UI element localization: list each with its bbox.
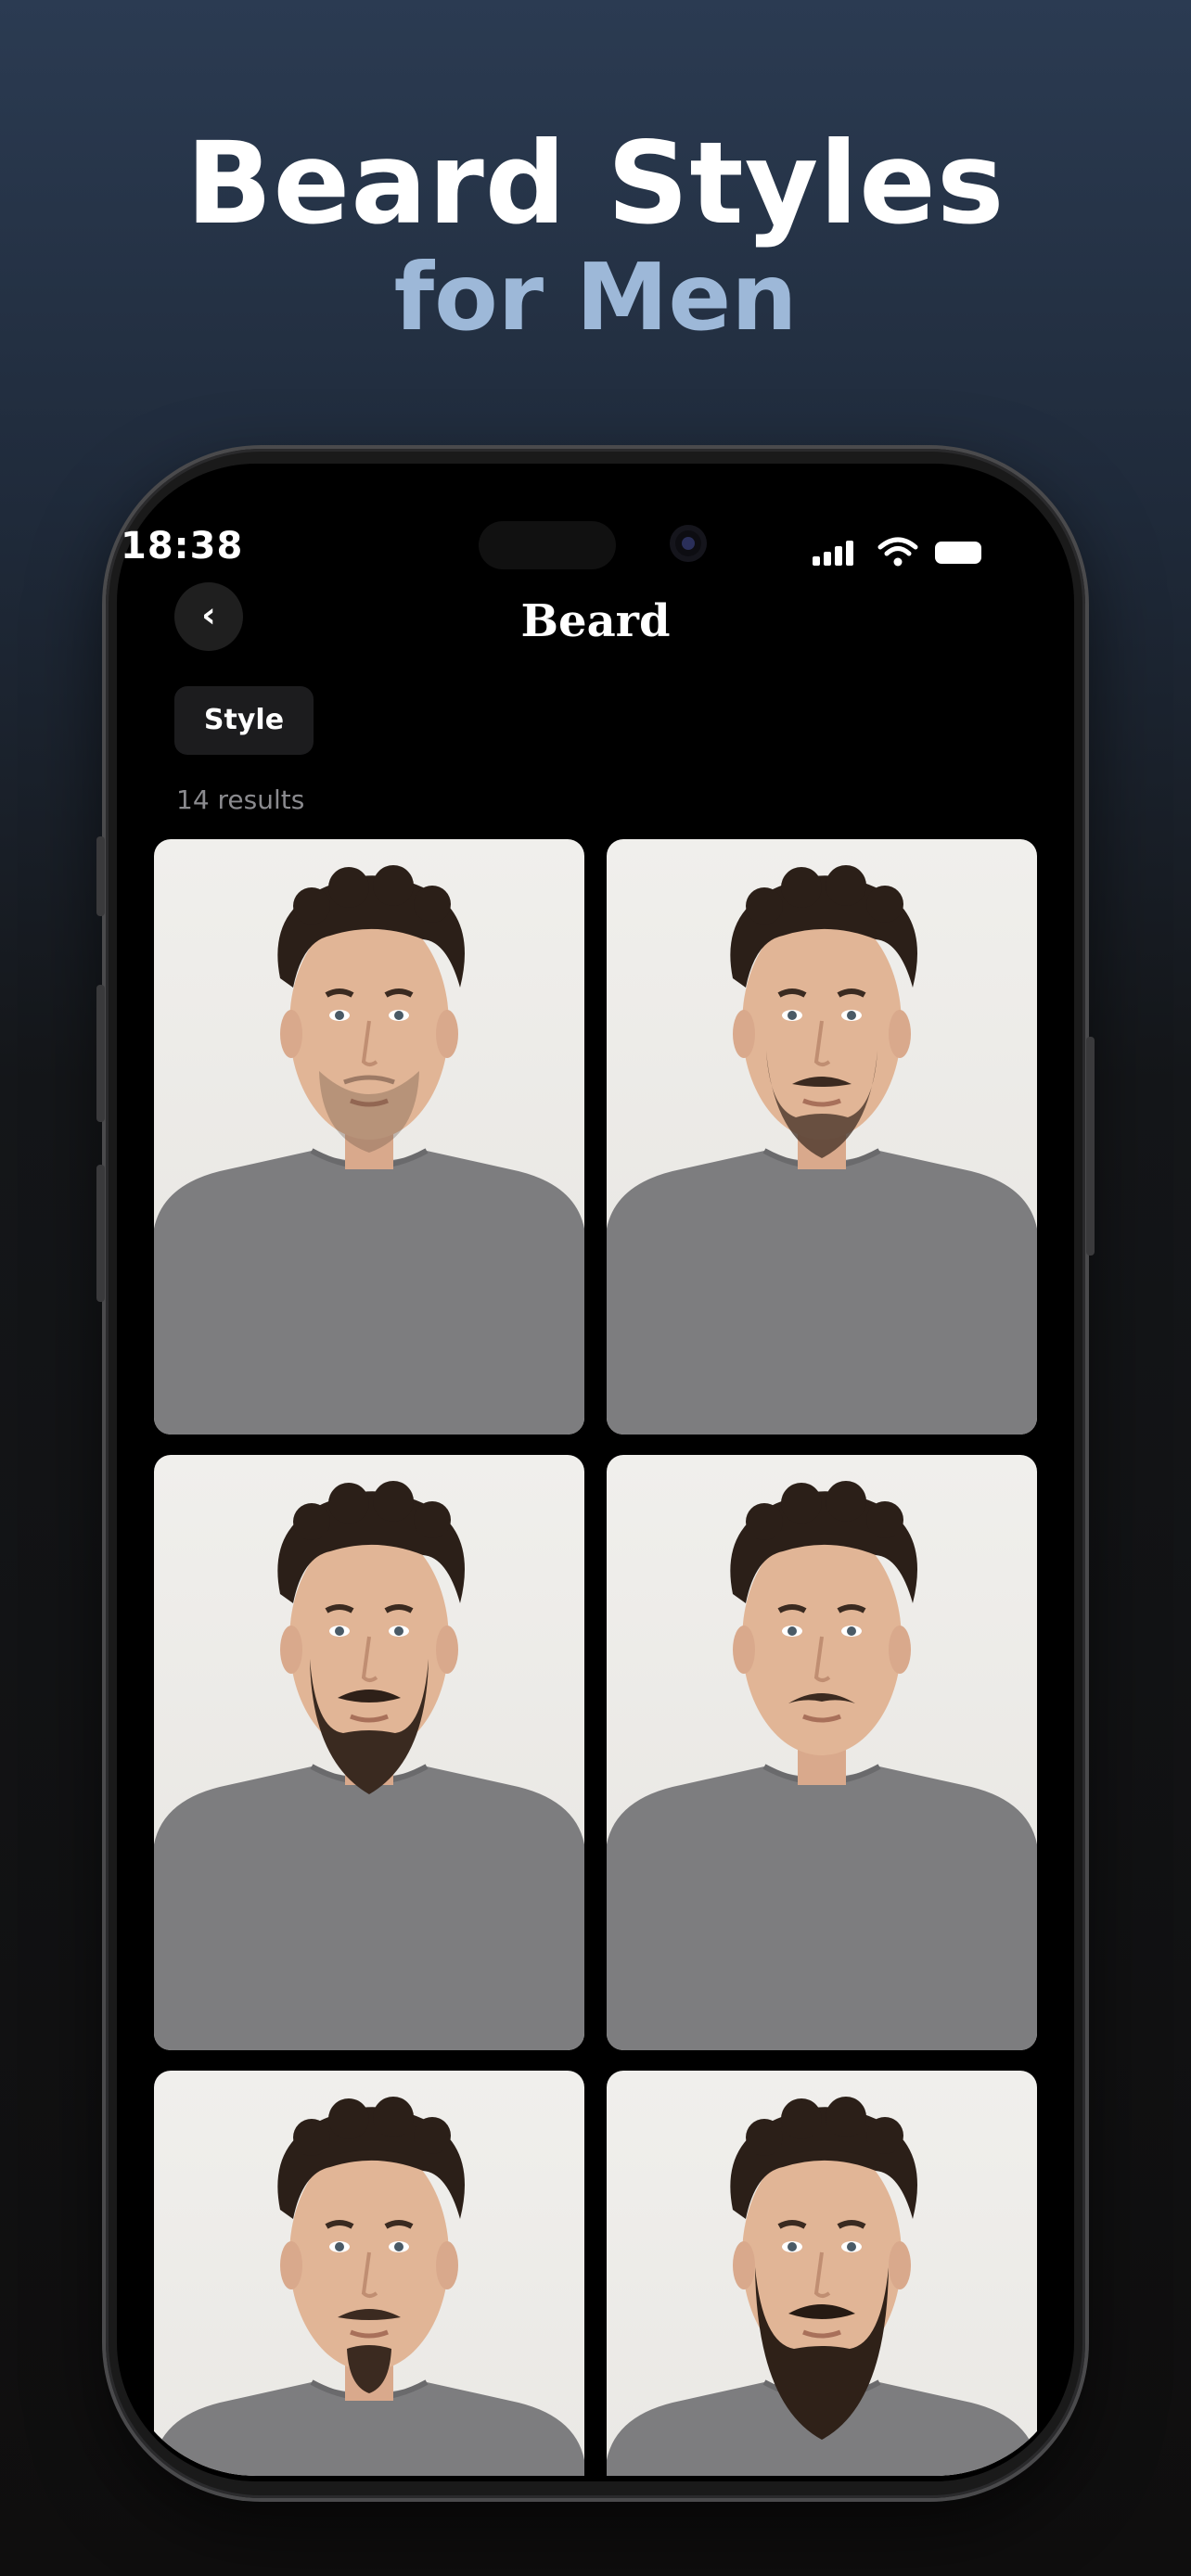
style-filter-chip[interactable]: Style [174,686,314,755]
promo-title: Beard Styles for Men [0,119,1191,352]
promo-title-line1: Beard Styles [186,118,1005,249]
front-camera [670,525,707,562]
style-grid [117,835,1074,2476]
style-card-long-full-beard[interactable] [607,2071,1037,2476]
page-title: Beard [520,595,671,647]
results-count: 14 results [176,784,305,815]
status-time: 18:38 [121,525,244,567]
wifi-icon [877,537,918,567]
volume-down-button [96,1165,105,1302]
dynamic-island [479,521,616,569]
style-card-short-boxed[interactable] [607,839,1037,1435]
volume-up-button [96,985,105,1122]
style-card-chevron-mustache[interactable] [607,1455,1037,2050]
power-button [1086,1037,1095,1256]
style-card-goatee-mustache[interactable] [154,2071,584,2476]
portrait-image [607,1481,1037,2050]
style-card-light-stubble[interactable] [154,839,584,1435]
style-card-full-beard[interactable] [154,1455,584,2050]
portrait-image [154,1481,584,2050]
portrait-image [607,2097,1037,2476]
battery-icon [935,542,981,564]
portrait-image [154,2097,584,2476]
promo-title-line2: for Men [393,243,798,351]
portrait-image [154,865,584,1435]
portrait-image [607,865,1037,1435]
action-button [96,836,105,916]
